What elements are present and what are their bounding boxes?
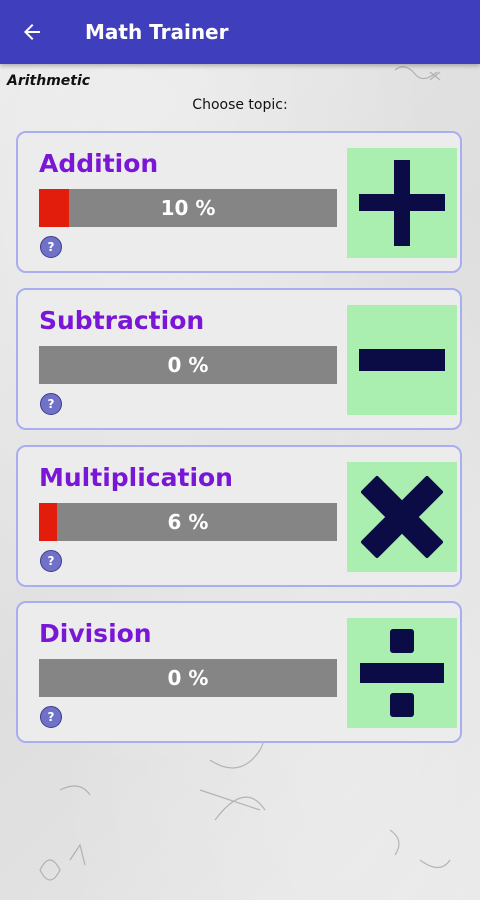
topic-title: Multiplication bbox=[39, 463, 233, 492]
help-button[interactable]: ? bbox=[40, 393, 62, 415]
progress-text: 6 % bbox=[167, 510, 209, 534]
arrow-left-icon bbox=[24, 24, 40, 40]
minus-icon bbox=[359, 349, 445, 371]
minus-icon-tile[interactable] bbox=[347, 305, 457, 415]
topic-title: Addition bbox=[39, 149, 159, 178]
progress-text: 0 % bbox=[167, 666, 209, 690]
progress-text: 0 % bbox=[167, 353, 209, 377]
multiply-icon-tile[interactable] bbox=[347, 462, 457, 572]
topic-card-division[interactable]: Division 0 % ? bbox=[16, 601, 462, 743]
plus-icon bbox=[359, 160, 445, 246]
progress-text: 10 % bbox=[160, 196, 216, 220]
progress-bar: 6 % bbox=[39, 503, 337, 541]
help-button[interactable]: ? bbox=[40, 706, 62, 728]
help-button[interactable]: ? bbox=[40, 236, 62, 258]
topic-title: Division bbox=[39, 619, 152, 648]
topic-card-multiplication[interactable]: Multiplication 6 % ? bbox=[16, 445, 462, 587]
help-button[interactable]: ? bbox=[40, 550, 62, 572]
progress-bar: 0 % bbox=[39, 659, 337, 697]
topic-title: Subtraction bbox=[39, 306, 205, 335]
multiply-icon bbox=[361, 476, 443, 558]
progress-bar: 0 % bbox=[39, 346, 337, 384]
divide-icon-tile[interactable] bbox=[347, 618, 457, 728]
divide-icon bbox=[360, 629, 444, 717]
back-button[interactable] bbox=[14, 14, 50, 50]
topic-card-subtraction[interactable]: Subtraction 0 % ? bbox=[16, 288, 462, 430]
app-title: Math Trainer bbox=[85, 20, 229, 44]
progress-bar: 10 % bbox=[39, 189, 337, 227]
topic-card-addition[interactable]: Addition 10 % ? bbox=[16, 131, 462, 273]
section-label: Arithmetic bbox=[7, 73, 91, 89]
plus-icon-tile[interactable] bbox=[347, 148, 457, 258]
app-bar: Math Trainer bbox=[0, 0, 480, 64]
choose-topic-label: Choose topic: bbox=[192, 97, 288, 113]
